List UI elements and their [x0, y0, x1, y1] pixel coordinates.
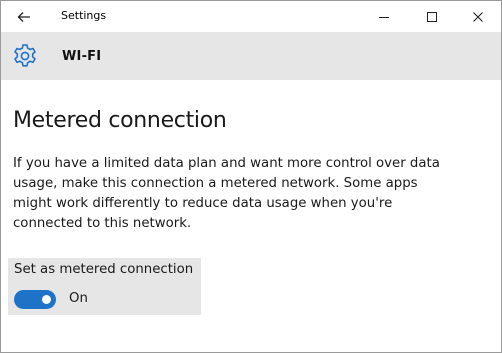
back-button[interactable]: [10, 6, 38, 28]
close-button[interactable]: [458, 1, 498, 32]
minimize-button[interactable]: [364, 1, 404, 32]
page-header: WI-FI: [1, 32, 501, 80]
close-icon: [473, 11, 483, 22]
maximize-icon: [427, 11, 437, 22]
metered-connection-toggle[interactable]: [14, 290, 56, 309]
back-arrow-icon: [17, 12, 30, 22]
metered-toggle-label: Set as metered connection: [14, 262, 194, 277]
header-title: WI-FI: [62, 49, 102, 64]
title-bar: Settings: [1, 1, 501, 32]
page-title: Metered connection: [13, 108, 227, 133]
toggle-state-text: On: [69, 291, 88, 306]
maximize-button[interactable]: [412, 1, 452, 32]
minimize-icon: [379, 16, 389, 18]
toggle-knob: [42, 295, 51, 304]
window-title: Settings: [61, 9, 107, 22]
settings-window: Settings WI-FI Metered connection If you…: [0, 0, 502, 353]
gear-icon: [14, 44, 36, 67]
metered-toggle-panel: Set as metered connection On: [8, 258, 201, 315]
description-text: If you have a limited data plan and want…: [13, 156, 440, 231]
